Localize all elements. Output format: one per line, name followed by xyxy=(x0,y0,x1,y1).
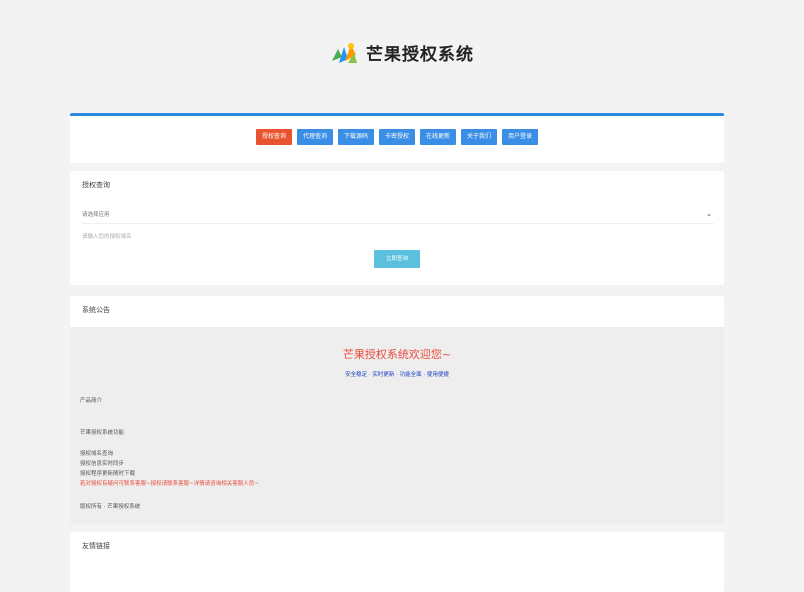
domain-input[interactable]: 请输入您的授权域名 xyxy=(82,228,714,244)
query-button[interactable]: 立即查询 xyxy=(374,250,420,268)
nav-agent-query[interactable]: 代理查询 xyxy=(296,129,333,145)
intro-label: 产品简介 xyxy=(80,398,103,404)
chevron-down-icon: ⌄ xyxy=(706,210,712,218)
site-title: 芒果授权系统 xyxy=(366,45,474,65)
app-select-value: 请选择应用 xyxy=(82,212,110,218)
app-select[interactable]: 请选择应用 ⌄ xyxy=(82,205,714,224)
notice-line: 芒果授权系统功能 xyxy=(80,430,125,436)
notice-line: 授权信息实时同步 xyxy=(80,461,125,467)
nav-card-auth[interactable]: 卡密授权 xyxy=(378,129,415,145)
notice-heading: 系统公告 xyxy=(82,306,110,314)
notice-line: 授权域名查询 xyxy=(80,451,114,457)
main-nav: 授权查询 代理查询 下载源码 卡密授权 在线更新 关于我们 用户登录 xyxy=(70,129,724,145)
notice-red-line: 若对授权有疑问可联系客服~授权请联系客服~详情请咨询相关客服人员~ xyxy=(80,481,259,487)
notice-line: 授权程序更新随时下载 xyxy=(80,471,136,477)
notice-body: 芒果授权系统欢迎您~ 安全稳定 · 实时更新 · 功能全面 · 使用便捷 产品简… xyxy=(70,327,724,524)
query-heading: 授权查询 xyxy=(82,181,110,189)
notice-footer-line: 版权所有 · 芒果授权系统 xyxy=(80,504,141,510)
nav-card: 授权查询 代理查询 下载源码 卡密授权 在线更新 关于我们 用户登录 xyxy=(70,113,724,163)
links-heading: 友情链接 xyxy=(82,542,110,550)
brand-header: 芒果授权系统 xyxy=(0,40,804,65)
domain-input-placeholder: 请输入您的授权域名 xyxy=(82,234,132,240)
nav-user-login[interactable]: 用户登录 xyxy=(502,129,539,145)
nav-download-source[interactable]: 下载源码 xyxy=(337,129,374,145)
tagline-text: 安全稳定 · 实时更新 · 功能全面 · 使用便捷 xyxy=(345,372,449,378)
nav-about-us[interactable]: 关于我们 xyxy=(461,129,498,145)
welcome-text: 芒果授权系统欢迎您~ xyxy=(342,348,452,361)
links-card: 友情链接 xyxy=(70,532,724,592)
mango-logo-icon xyxy=(332,42,357,63)
nav-online-update[interactable]: 在线更新 xyxy=(420,129,457,145)
notice-card: 系统公告 芒果授权系统欢迎您~ 安全稳定 · 实时更新 · 功能全面 · 使用便… xyxy=(70,296,724,524)
auth-query-card: 授权查询 请选择应用 ⌄ 请输入您的授权域名 立即查询 xyxy=(70,171,724,285)
nav-auth-query[interactable]: 授权查询 xyxy=(255,129,292,145)
